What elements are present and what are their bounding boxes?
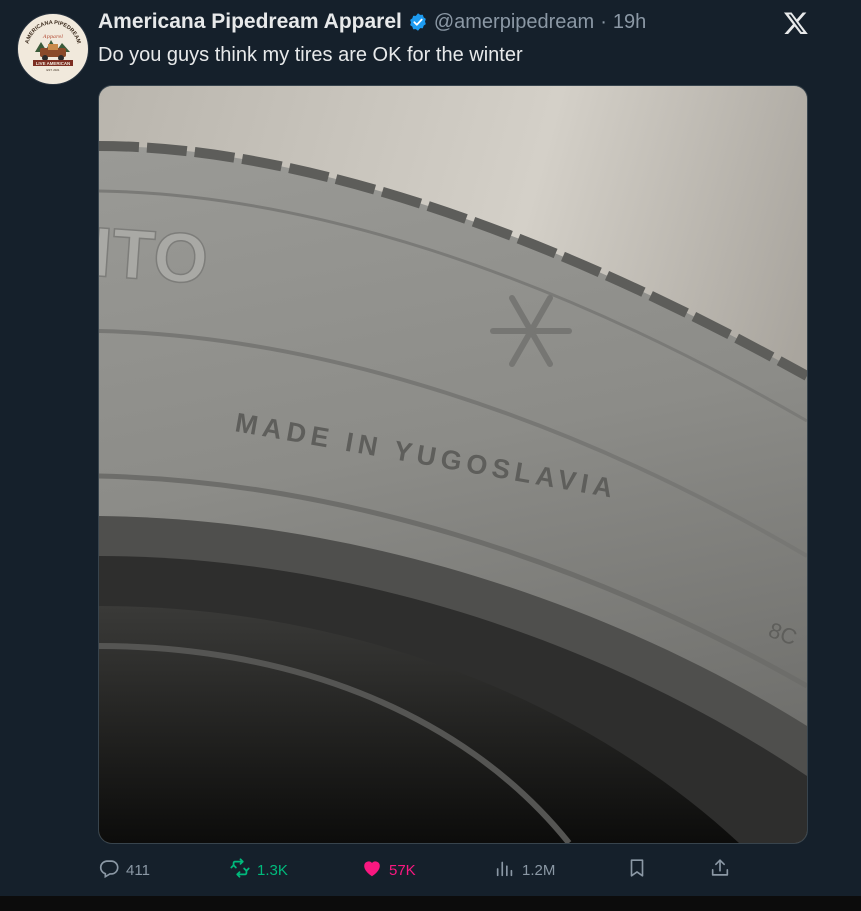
tweet-timestamp[interactable]: 19h [613, 11, 646, 34]
tweet-text: Do you guys think my tires are OK for th… [98, 44, 523, 66]
reply-button[interactable]: 411 [98, 855, 150, 885]
avatar-script-text: Apparel [42, 34, 63, 40]
repost-count: 1.3K [257, 861, 288, 879]
avatar-est-text: EST. 2021 [47, 68, 60, 72]
share-button[interactable] [709, 855, 731, 885]
separator-dot: · [600, 10, 607, 33]
share-icon [709, 857, 731, 883]
like-button[interactable]: 57K [361, 855, 416, 885]
author-name[interactable]: Americana Pipedream Apparel [98, 10, 402, 34]
verified-badge-icon [408, 12, 428, 32]
bookmark-button[interactable] [626, 855, 648, 885]
tweet-action-bar: 411 1.3K 57K 1.2M [98, 855, 748, 885]
heart-icon [361, 857, 383, 883]
avatar-banner-text: LIVE AMERICAN [36, 61, 70, 66]
avatar-logo: AMERICANA PIPEDREAM Apparel LIVE AMERICA… [19, 15, 87, 83]
bookmark-icon [626, 857, 648, 883]
reply-count: 411 [126, 861, 150, 879]
tire-brand-fragment: ITO [99, 213, 211, 299]
x-logo-icon[interactable] [783, 10, 809, 36]
author-handle[interactable]: @amerpipedream [434, 11, 594, 34]
views-button[interactable]: 1.2M [494, 855, 555, 885]
views-count: 1.2M [522, 861, 556, 879]
tweet-image[interactable]: ITO MADE IN YUGOSLAVIA 8C [98, 85, 808, 844]
repost-icon [229, 857, 251, 883]
repost-button[interactable]: 1.3K [229, 855, 288, 885]
views-icon [494, 857, 516, 883]
tire-photo: ITO MADE IN YUGOSLAVIA 8C [99, 86, 807, 843]
tweet[interactable]: AMERICANA PIPEDREAM Apparel LIVE AMERICA… [0, 0, 861, 896]
tweet-header: Americana Pipedream Apparel @amerpipedre… [98, 10, 646, 34]
bottom-edge [0, 896, 861, 911]
reply-icon [98, 857, 120, 883]
avatar[interactable]: AMERICANA PIPEDREAM Apparel LIVE AMERICA… [17, 13, 89, 85]
like-count: 57K [389, 861, 416, 879]
